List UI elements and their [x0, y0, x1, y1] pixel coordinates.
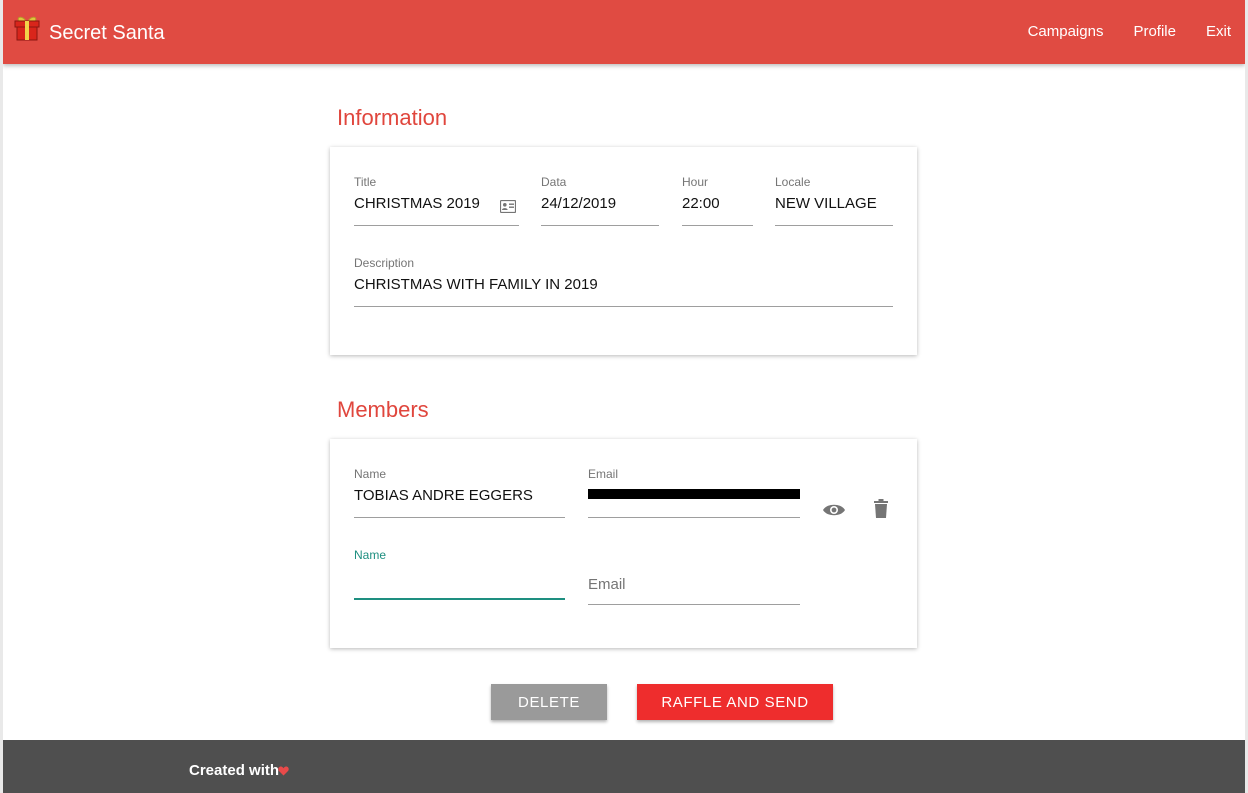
member-email-underline	[588, 517, 800, 518]
description-underline	[354, 306, 893, 307]
title-field[interactable]: Title CHRISTMAS 2019	[354, 175, 519, 235]
locale-value: NEW VILLAGE	[775, 195, 877, 212]
locale-underline	[775, 225, 893, 226]
locale-label: Locale	[775, 175, 811, 189]
information-heading: Information	[337, 105, 448, 130]
nav-profile[interactable]: Profile	[1133, 23, 1176, 40]
member-email-label: Email	[588, 467, 619, 481]
top-nav: Campaigns Profile Exit	[998, 23, 1231, 40]
new-member-email-field[interactable]: Email	[588, 548, 800, 608]
email-redaction-bar	[588, 489, 800, 499]
date-value: 24/12/2019	[541, 195, 617, 212]
new-member-email-underline	[588, 604, 800, 605]
date-underline	[541, 225, 659, 226]
nav-exit[interactable]: Exit	[1206, 23, 1231, 40]
raffle-and-send-button[interactable]: RAFFLE AND SEND	[637, 684, 833, 720]
member-email-field[interactable]: Email	[588, 467, 800, 527]
member-name-field[interactable]: Name TOBIAS ANDRE EGGERS	[354, 467, 565, 527]
hour-underline	[682, 225, 753, 226]
eye-icon[interactable]	[822, 502, 846, 523]
title-value: CHRISTMAS 2019	[354, 195, 480, 212]
gift-icon	[13, 14, 41, 42]
contact-card-icon	[499, 199, 517, 218]
new-member-name-field[interactable]: Name	[354, 548, 565, 608]
information-card: Title CHRISTMAS 2019 Data 24/12/2019 Hou…	[330, 147, 917, 355]
top-app-bar: Secret Santa Campaigns Profile Exit	[3, 0, 1245, 64]
footer: Created with	[3, 740, 1245, 793]
member-name-label: Name	[354, 467, 387, 481]
hour-value: 22:00	[682, 195, 720, 212]
hour-label: Hour	[682, 175, 709, 189]
hour-field[interactable]: Hour 22:00	[682, 175, 753, 235]
nav-campaigns[interactable]: Campaigns	[1028, 23, 1104, 40]
title-underline	[354, 225, 519, 226]
footer-text: Created with	[189, 762, 280, 779]
member-name-value: TOBIAS ANDRE EGGERS	[354, 487, 533, 504]
date-field[interactable]: Data 24/12/2019	[541, 175, 659, 235]
app-title: Secret Santa	[49, 21, 165, 44]
trash-icon[interactable]	[874, 499, 888, 523]
locale-field[interactable]: Locale NEW VILLAGE	[775, 175, 893, 235]
description-field[interactable]: Description CHRISTMAS WITH FAMILY IN 201…	[354, 256, 893, 316]
members-card: Name TOBIAS ANDRE EGGERS Email Name Emai…	[330, 439, 917, 648]
description-value: CHRISTMAS WITH FAMILY IN 2019	[354, 276, 598, 293]
new-member-email-placeholder: Email	[588, 576, 626, 593]
description-label: Description	[354, 256, 415, 270]
title-label: Title	[354, 175, 377, 189]
new-member-name-label: Name	[354, 548, 387, 562]
delete-button[interactable]: DELETE	[491, 684, 607, 720]
new-member-name-underline	[354, 598, 565, 600]
date-label: Data	[541, 175, 567, 189]
app-window: Secret Santa Campaigns Profile Exit Info…	[3, 0, 1245, 793]
brand[interactable]: Secret Santa	[13, 14, 165, 44]
heart-icon	[278, 763, 289, 781]
members-heading: Members	[337, 397, 429, 422]
member-name-underline	[354, 517, 565, 518]
